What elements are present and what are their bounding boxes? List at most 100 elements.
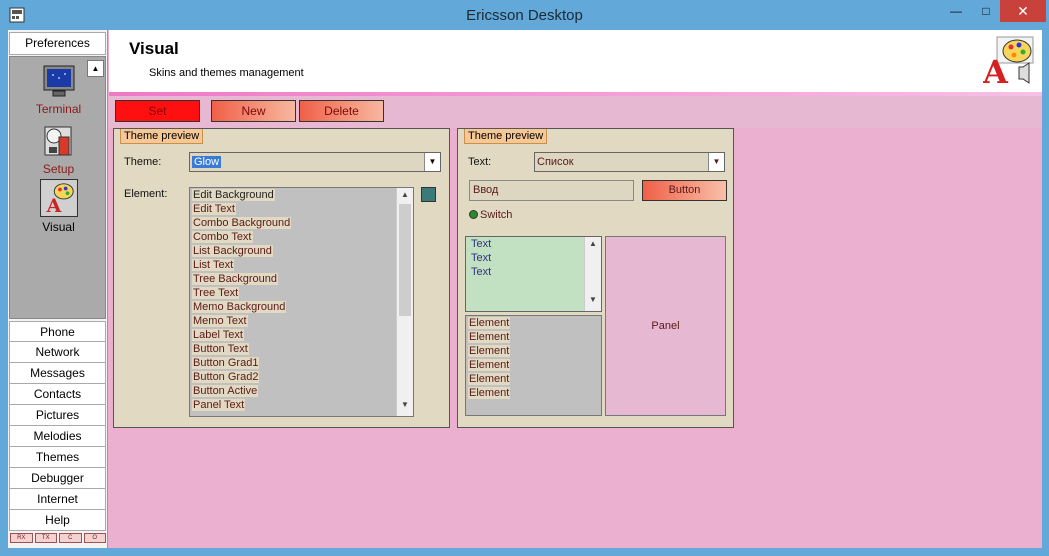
close-button[interactable]: ✕ [1000, 0, 1046, 22]
list-item[interactable]: Panel Text [190, 398, 413, 412]
scroll-up-icon[interactable]: ▲ [585, 239, 601, 253]
status-indicators: RX TX C O [10, 533, 106, 545]
radio-dot-icon [469, 210, 478, 219]
pref-label-visual: Visual [42, 220, 75, 234]
list-item[interactable]: Combo Background [190, 216, 413, 230]
list-item[interactable]: Button Grad1 [190, 356, 413, 370]
nav-item-network[interactable]: Network [9, 342, 106, 363]
sample-memo[interactable]: Text Text Text ▲ ▼ [465, 236, 602, 312]
status-led-rx: RX [10, 533, 33, 543]
pref-label-terminal: Terminal [35, 102, 82, 116]
panel-label: Panel [651, 320, 680, 332]
list-item[interactable]: Memo Text [190, 314, 413, 328]
pref-label-setup: Setup [42, 162, 75, 176]
status-led-tx: TX [34, 533, 57, 543]
scroll-up-icon[interactable]: ▲ [397, 190, 413, 204]
list-item[interactable]: Memo Background [190, 300, 413, 314]
nav-item-help[interactable]: Help [9, 510, 106, 531]
palette-icon: A [983, 36, 1034, 87]
nav-item-melodies[interactable]: Melodies [9, 426, 106, 447]
sample-button[interactable]: Button [642, 180, 727, 201]
nav-item-debugger[interactable]: Debugger [9, 468, 106, 489]
status-led-c: C [59, 533, 82, 543]
chevron-down-icon[interactable]: ▼ [424, 153, 440, 171]
theme-preview-right: Theme preview Text: Список ▼ Ввод Button… [457, 128, 734, 428]
list-item[interactable]: Button Grad2 [190, 370, 413, 384]
preferences-header[interactable]: Preferences [9, 32, 106, 55]
chevron-down-icon[interactable]: ▼ [708, 153, 724, 171]
page-title: Visual [129, 39, 179, 58]
memo-line: Text [471, 238, 492, 250]
maximize-button[interactable]: □ [972, 0, 1000, 22]
client-area: Preferences ▲ Terminal Setup A Visual Ph… [8, 30, 1042, 548]
list-item[interactable]: List Background [190, 244, 413, 258]
visual-icon: A [39, 179, 78, 217]
list-item[interactable]: Tree Background [190, 272, 413, 286]
memo-scrollbar[interactable]: ▲ ▼ [584, 237, 601, 311]
theme-preview-left: Theme preview Theme: Glow ▼ Element: Edi… [113, 128, 450, 428]
nav-item-pictures[interactable]: Pictures [9, 405, 106, 426]
list-item[interactable]: Label Text [190, 328, 413, 342]
memo-line: Text [471, 266, 492, 278]
list-item[interactable]: Element [466, 344, 601, 358]
minimize-button[interactable]: — [940, 0, 972, 22]
sample-edit-field[interactable]: Ввод [469, 180, 634, 201]
scroll-down-icon[interactable]: ▼ [397, 400, 413, 414]
nav-item-messages[interactable]: Messages [9, 363, 106, 384]
nav-list: Phone Network Messages Contacts Pictures… [9, 321, 106, 531]
nav-item-phone[interactable]: Phone [9, 321, 106, 342]
memo-line: Text [471, 252, 492, 264]
page-subtitle: Skins and themes management [149, 67, 304, 79]
theme-select-value: Glow [192, 156, 222, 168]
delete-button[interactable]: Delete [299, 100, 384, 122]
element-label: Element: [124, 188, 168, 200]
list-item[interactable]: List Text [190, 258, 413, 272]
status-led-o: O [83, 533, 106, 543]
list-item[interactable]: Combo Text [190, 230, 413, 244]
theme-label: Theme: [124, 156, 162, 168]
list-item[interactable]: Element [466, 330, 601, 344]
element-list[interactable]: Edit Background Edit Text Combo Backgrou… [189, 187, 414, 417]
color-swatch[interactable] [421, 187, 436, 202]
scroll-thumb[interactable] [399, 204, 411, 316]
switch-radio[interactable]: Switch [469, 209, 512, 221]
app-window: Ericsson Desktop — □ ✕ Preferences ▲ Ter… [0, 0, 1049, 556]
element-list-scrollbar[interactable]: ▲ ▼ [396, 188, 413, 416]
text-label: Text: [468, 156, 492, 168]
pref-item-visual[interactable]: A Visual [10, 179, 107, 234]
text-combo-value: Список [537, 156, 574, 168]
pref-item-setup[interactable]: Setup [10, 123, 107, 176]
new-button[interactable]: New [211, 100, 296, 122]
theme-select[interactable]: Glow ▼ [189, 152, 441, 172]
scroll-down-icon[interactable]: ▼ [585, 295, 601, 309]
nav-item-contacts[interactable]: Contacts [9, 384, 106, 405]
title-bar: Ericsson Desktop — □ ✕ [0, 0, 1049, 30]
window-title: Ericsson Desktop [466, 7, 583, 24]
list-item[interactable]: Element [466, 386, 601, 400]
group-caption-left: Theme preview [120, 129, 204, 144]
svg-text:A: A [45, 195, 61, 217]
pref-item-terminal[interactable]: Terminal [10, 63, 107, 116]
list-item[interactable]: Element [466, 316, 601, 330]
text-combo[interactable]: Список ▼ [534, 152, 725, 172]
list-item[interactable]: Element [466, 372, 601, 386]
list-item[interactable]: Button Text [190, 342, 413, 356]
preferences-panel: ▲ Terminal Setup A Visual [9, 56, 106, 319]
setup-icon [44, 126, 71, 156]
nav-item-themes[interactable]: Themes [9, 447, 106, 468]
list-item[interactable]: Edit Text [190, 202, 413, 216]
group-caption-right: Theme preview [464, 129, 548, 144]
nav-item-internet[interactable]: Internet [9, 489, 106, 510]
list-item[interactable]: Tree Text [190, 286, 413, 300]
set-button[interactable]: Set [115, 100, 200, 122]
svg-text:A: A [983, 53, 1009, 87]
list-item[interactable]: Edit Background [190, 188, 413, 202]
sidebar: Preferences ▲ Terminal Setup A Visual Ph… [8, 30, 108, 548]
toolbar: Set New Delete [109, 96, 1042, 128]
sample-list[interactable]: Element Element Element Element Element … [465, 315, 602, 416]
terminal-icon [43, 65, 74, 97]
list-item[interactable]: Element [466, 358, 601, 372]
list-item[interactable]: Button Active [190, 384, 413, 398]
switch-label: Switch [480, 209, 513, 221]
sample-panel: Panel [605, 236, 726, 416]
